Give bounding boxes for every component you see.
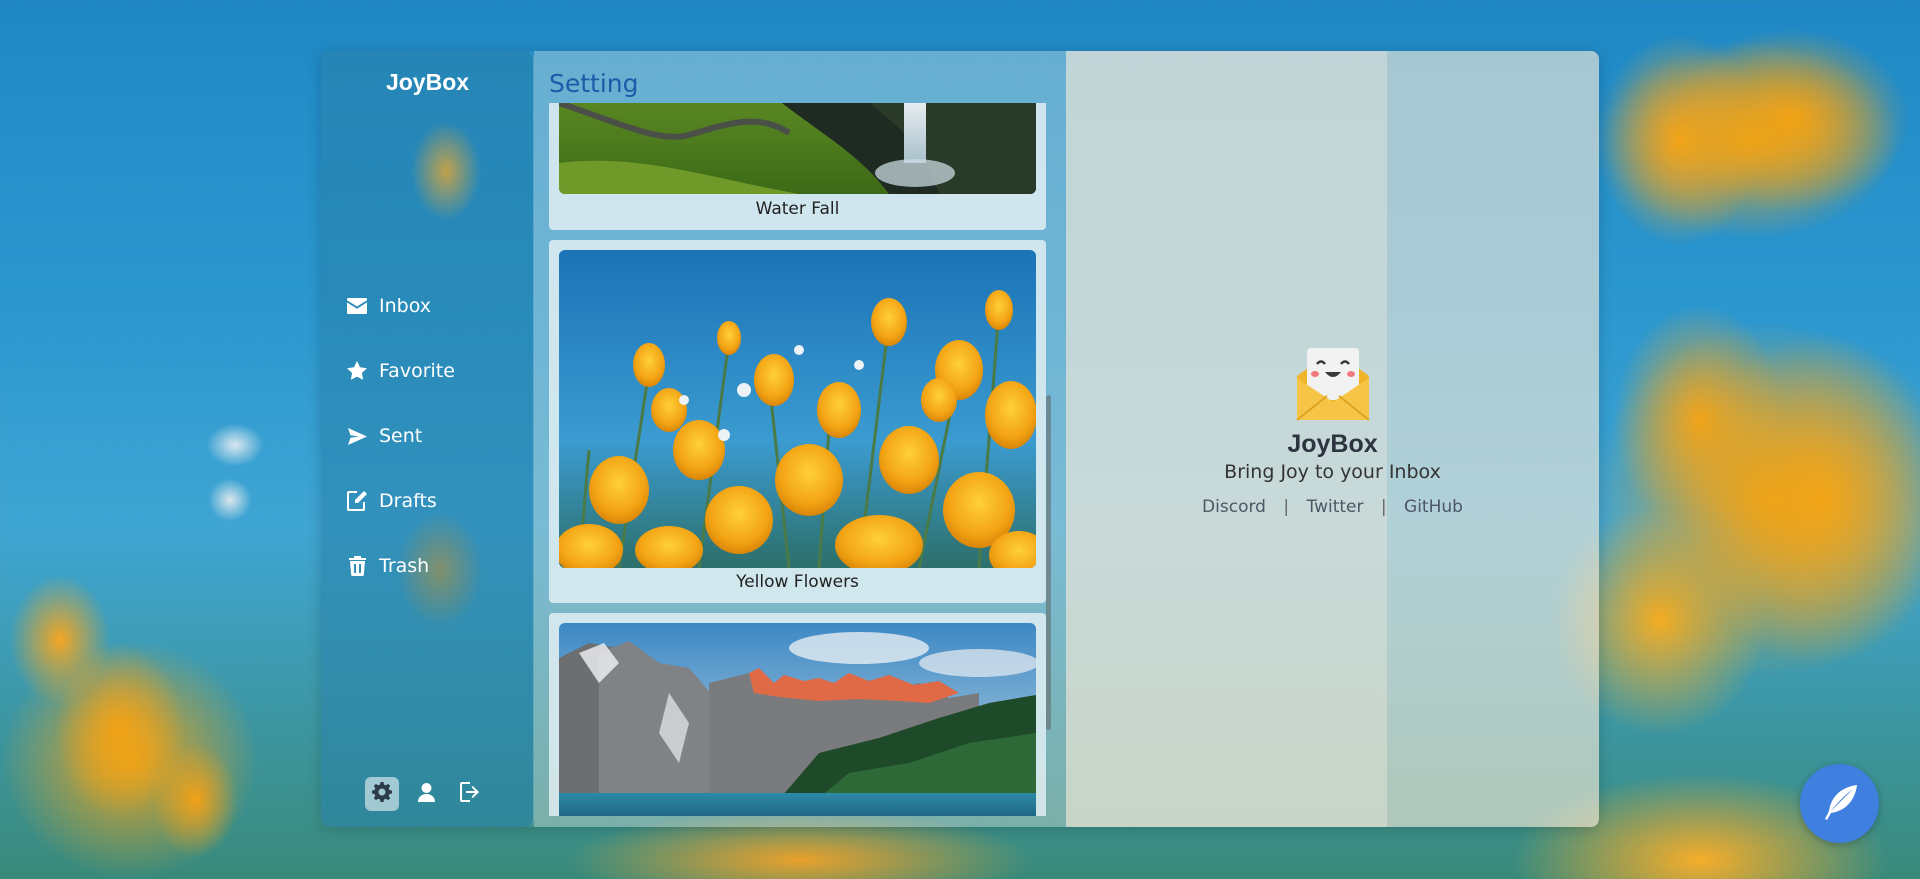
- wallpaper-card-mountains[interactable]: [549, 613, 1046, 816]
- wallpaper-card-waterfall[interactable]: Water Fall: [549, 103, 1046, 230]
- compose-button[interactable]: [1800, 764, 1879, 843]
- list-scrollbar[interactable]: [1046, 395, 1051, 730]
- logout-button[interactable]: [453, 777, 487, 811]
- empty-state: JoyBox Bring Joy to your Inbox Discord |…: [1066, 346, 1599, 517]
- sidebar-footer: [365, 777, 497, 811]
- settings-button[interactable]: [365, 777, 399, 811]
- link-separator: |: [1380, 497, 1387, 517]
- page-title: Setting: [549, 69, 639, 98]
- sidebar-item-label: Sent: [379, 425, 423, 447]
- wallpaper-caption: Yellow Flowers: [736, 572, 859, 592]
- sidebar-item-label: Favorite: [379, 360, 455, 382]
- tagline: Bring Joy to your Inbox: [1224, 461, 1441, 483]
- sidebar: JoyBox Inbox Favorite Sent Drafts Trash: [321, 51, 534, 827]
- gear-icon: [372, 782, 392, 806]
- wallpaper-thumbnail: [559, 623, 1036, 816]
- trash-icon: [346, 555, 368, 577]
- github-link[interactable]: GitHub: [1404, 497, 1463, 517]
- twitter-link[interactable]: Twitter: [1307, 497, 1364, 517]
- joybox-logo-icon: [1293, 346, 1373, 428]
- wallpaper-card-yellow-flowers[interactable]: Yellow Flowers: [549, 240, 1046, 603]
- decorative-glow: [411, 121, 481, 221]
- social-links: Discord | Twitter | GitHub: [1066, 497, 1599, 517]
- wallpaper-thumbnail: [559, 103, 1036, 194]
- background-flower: [1600, 40, 1900, 240]
- star-icon: [346, 360, 368, 382]
- sidebar-item-label: Inbox: [379, 295, 431, 317]
- app-title: JoyBox: [385, 69, 470, 95]
- sidebar-item-inbox[interactable]: Inbox: [346, 291, 455, 321]
- background-flower: [0, 640, 260, 879]
- app-window: JoyBox Inbox Favorite Sent Drafts Trash …: [321, 51, 1599, 827]
- feather-icon: [1821, 783, 1859, 825]
- envelope-icon: [346, 295, 368, 317]
- discord-link[interactable]: Discord: [1202, 497, 1266, 517]
- send-icon: [346, 425, 368, 447]
- wallpaper-list[interactable]: Water Fall Yellow Flowers: [549, 103, 1061, 816]
- sidebar-item-favorite[interactable]: Favorite: [346, 356, 455, 386]
- link-separator: |: [1283, 497, 1290, 517]
- sidebar-item-label: Trash: [379, 555, 430, 577]
- background-flower: [1590, 320, 1920, 680]
- profile-button[interactable]: [409, 777, 443, 811]
- sidebar-item-drafts[interactable]: Drafts: [346, 486, 455, 516]
- sidebar-item-trash[interactable]: Trash: [346, 551, 455, 581]
- app-name: JoyBox: [1287, 430, 1378, 458]
- wallpaper-thumbnail: [559, 250, 1036, 568]
- reading-pane: JoyBox Bring Joy to your Inbox Discord |…: [1066, 51, 1599, 827]
- wallpaper-caption: Water Fall: [755, 199, 840, 219]
- logout-icon: [460, 782, 480, 806]
- user-icon: [417, 782, 435, 806]
- edit-icon: [346, 490, 368, 512]
- sidebar-nav: Inbox Favorite Sent Drafts Trash: [346, 291, 455, 616]
- sidebar-item-sent[interactable]: Sent: [346, 421, 455, 451]
- sidebar-item-label: Drafts: [379, 490, 437, 512]
